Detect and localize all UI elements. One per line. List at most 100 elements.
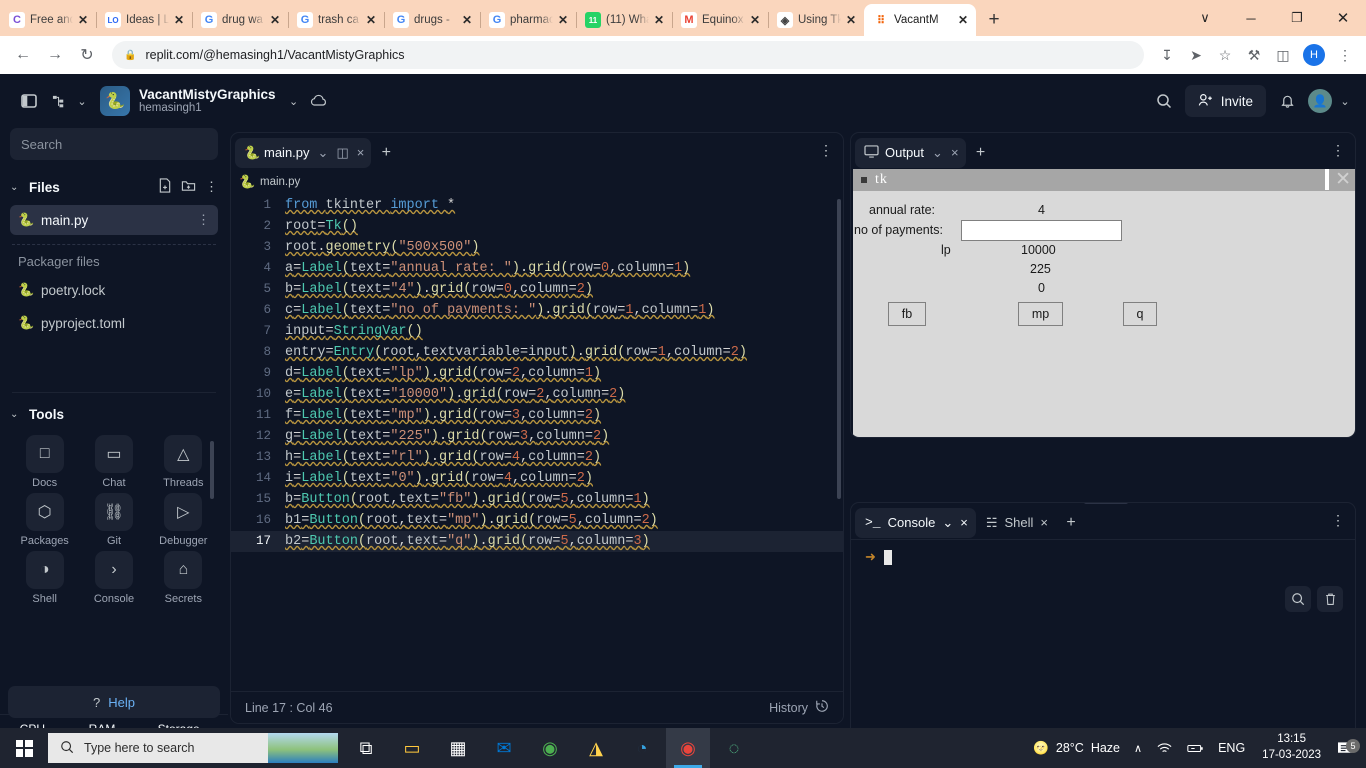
code-line[interactable]: 16 b1=Button(root,text="mp").grid(row=5,c… (231, 510, 843, 531)
fb-button[interactable]: fb (888, 302, 926, 326)
chrome-icon[interactable]: ◉ (528, 728, 572, 768)
add-console-tab-button[interactable]: + (1058, 510, 1084, 536)
console-more-icon[interactable]: ⋮ (1331, 512, 1345, 529)
search-input[interactable]: Search (10, 128, 218, 160)
code-line[interactable]: 17 b2=Button(root,text="q").grid(row=5,co… (231, 531, 843, 552)
file-item[interactable]: 🐍 main.py ⋮ (10, 205, 218, 235)
close-tab-icon[interactable]: ✕ (366, 13, 378, 27)
code-line[interactable]: 2 root=Tk() (231, 216, 843, 237)
editor-scrollbar[interactable] (837, 199, 841, 499)
preview-icon[interactable]: ◫ (336, 145, 348, 161)
browser-tab[interactable]: C Free and ✕ (0, 4, 97, 36)
packager-file-item[interactable]: 🐍 poetry.lock (10, 275, 218, 305)
browser-tab[interactable]: ⠿ VacantM ✕ (864, 4, 976, 36)
microsoft-store-icon[interactable]: ▦ (436, 728, 480, 768)
close-icon[interactable]: ✕ (1335, 170, 1351, 189)
sidebar-toggle-icon[interactable] (14, 86, 44, 116)
tab-search-button[interactable]: ∨ (1182, 1, 1228, 35)
branch-chevron-icon[interactable]: ⌄ (74, 95, 90, 108)
project-chevron-icon[interactable]: ⌄ (282, 95, 306, 108)
mail-icon[interactable]: ✉ (482, 728, 526, 768)
chevron-down-icon[interactable]: ⌄ (10, 182, 22, 193)
file-more-icon[interactable]: ⋮ (197, 212, 210, 228)
code-line[interactable]: 11 f=Label(text="mp").grid(row=3,column=2… (231, 405, 843, 426)
battery-icon[interactable] (1180, 740, 1211, 757)
tools-section-header[interactable]: ⌄ Tools (10, 399, 218, 429)
language-indicator[interactable]: ENG (1211, 741, 1252, 755)
mp-button[interactable]: mp (1018, 302, 1063, 326)
close-tab-icon[interactable]: ✕ (654, 13, 666, 27)
chevron-down-icon[interactable]: ⌄ (318, 145, 329, 161)
cloud-icon[interactable] (306, 94, 332, 108)
tools-scrollbar[interactable] (210, 441, 214, 499)
tool-secrets[interactable]: ⌂ Secrets (149, 551, 218, 605)
browser-tab[interactable]: ◈ Using Tk ✕ (768, 4, 864, 36)
close-shell-icon[interactable]: × (1040, 515, 1048, 530)
browser-menu-icon[interactable]: ⋮ (1332, 42, 1358, 68)
profile-avatar[interactable]: H (1303, 44, 1325, 66)
new-folder-icon[interactable] (181, 178, 196, 196)
tool-chat[interactable]: ▭ Chat (79, 435, 148, 489)
browser-tab[interactable]: Gdrugs - ✕ (384, 4, 481, 36)
invite-button[interactable]: Invite (1184, 85, 1266, 117)
files-section-header[interactable]: ⌄ Files ⋮ (10, 172, 218, 202)
edge-icon[interactable]: ◔ (620, 728, 664, 768)
search-icon[interactable] (1149, 86, 1179, 116)
tool-debugger[interactable]: ▷ Debugger (149, 493, 218, 547)
close-tab-icon[interactable]: ✕ (462, 13, 474, 27)
code-line[interactable]: 14 i=Label(text="0").grid(row=4,column=2) (231, 468, 843, 489)
packager-file-item[interactable]: 🐍 pyproject.toml (10, 308, 218, 338)
wifi-icon[interactable] (1149, 740, 1180, 757)
q-button[interactable]: q (1123, 302, 1157, 326)
code-line[interactable]: 3 root.geometry("500x500") (231, 237, 843, 258)
extensions-icon[interactable]: ⚒ (1241, 42, 1267, 68)
close-tab-icon[interactable]: × (357, 145, 365, 160)
code-line[interactable]: 5 b=Label(text="4").grid(row=0,column=2) (231, 279, 843, 300)
tkinter-title-bar[interactable]: tk ✕ (853, 169, 1355, 191)
close-tab-icon[interactable]: ✕ (270, 13, 282, 27)
close-console-icon[interactable]: × (960, 515, 968, 530)
close-tab-icon[interactable]: ✕ (846, 13, 858, 27)
replit-icon[interactable]: ◌ (712, 728, 756, 768)
browser-tab[interactable]: 11 (11) Wha ✕ (576, 4, 673, 36)
no-of-payments-entry[interactable] (961, 220, 1122, 241)
search-icon[interactable] (1285, 586, 1311, 612)
browser-tab[interactable]: LO Ideas | L ✕ (96, 4, 193, 36)
address-bar[interactable]: 🔒 replit.com/@hemasingh1/VacantMistyGrap… (112, 41, 1144, 69)
chevron-down-icon[interactable]: ⌄ (10, 409, 22, 420)
sticky-notes-icon[interactable]: ◮ (574, 728, 618, 768)
taskbar-search[interactable]: Type here to search (48, 733, 338, 763)
close-tab-icon[interactable]: ✕ (958, 13, 970, 27)
git-branch-icon[interactable] (44, 86, 74, 116)
close-tab-icon[interactable]: ✕ (174, 13, 186, 27)
chevron-down-icon[interactable]: ⌄ (942, 515, 953, 531)
share-icon[interactable]: ➤ (1183, 42, 1209, 68)
browser-tab[interactable]: Gtrash ca ✕ (288, 4, 385, 36)
tool-threads[interactable]: △ Threads (149, 435, 218, 489)
history-button[interactable]: History (769, 699, 829, 716)
editor-more-icon[interactable]: ⋮ (819, 142, 833, 159)
tool-console[interactable]: › Console (79, 551, 148, 605)
tool-packages[interactable]: ⬡ Packages (10, 493, 79, 547)
code-line[interactable]: 8 entry=Entry(root,textvariable=input).gr… (231, 342, 843, 363)
browser-tab[interactable]: Gdrug wa ✕ (192, 4, 289, 36)
code-line[interactable]: 1 from tkinter import * (231, 195, 843, 216)
forward-button[interactable]: → (40, 40, 70, 70)
minimize-button[interactable]: ─ (1228, 1, 1274, 35)
browser-tab[interactable]: M Equinox ✕ (672, 4, 769, 36)
new-file-icon[interactable] (158, 178, 172, 196)
weather-widget[interactable]: 🌝 28°C Haze (1026, 741, 1127, 756)
tab-console[interactable]: >_ Console ⌄ × (855, 507, 976, 538)
close-tab-icon[interactable]: ✕ (558, 13, 570, 27)
chevron-down-icon[interactable]: ⌄ (932, 145, 943, 161)
tool-shell[interactable]: ◑ Shell (10, 551, 79, 605)
code-line[interactable]: 9 d=Label(text="lp").grid(row=2,column=1) (231, 363, 843, 384)
avatar-chevron-icon[interactable]: ⌄ (1338, 95, 1352, 108)
task-view-icon[interactable]: ⧉ (344, 728, 388, 768)
maximize-icon[interactable] (1325, 169, 1330, 190)
tray-overflow-button[interactable]: ∧ (1127, 742, 1149, 755)
file-explorer-icon[interactable]: ▭ (390, 728, 434, 768)
output-tab[interactable]: Output ⌄ × (855, 137, 966, 168)
close-tab-icon[interactable]: ✕ (78, 13, 90, 27)
reload-button[interactable]: ↻ (72, 40, 102, 70)
